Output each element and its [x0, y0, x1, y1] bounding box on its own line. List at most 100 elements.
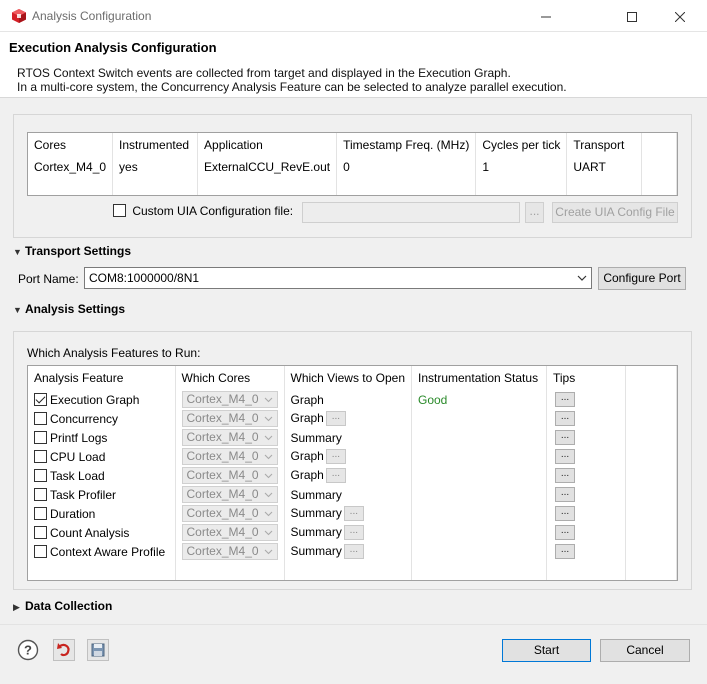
tips-button[interactable]: ... [555, 449, 575, 465]
save-button[interactable] [87, 639, 109, 661]
table-row[interactable]: Concurrency Cortex_M4_0 Graph...... [28, 409, 677, 428]
feature-cell[interactable]: Duration [28, 504, 176, 523]
table-row[interactable]: Task Load Cortex_M4_0 Graph...... [28, 466, 677, 485]
core-select[interactable]: Cortex_M4_0 [181, 486, 278, 503]
table-cell: 1 [475, 157, 568, 176]
column-header[interactable]: Transport [566, 133, 643, 157]
column-header[interactable]: Timestamp Freq. (MHz) [336, 133, 477, 157]
feature-cell[interactable]: Execution Graph [28, 390, 176, 409]
view-label: Summary [290, 487, 342, 502]
table-cell-filler [625, 542, 677, 561]
feature-checkbox[interactable] [34, 411, 47, 425]
browse-uia-button[interactable]: ... [525, 202, 544, 223]
tips-button[interactable]: ... [555, 525, 575, 541]
port-name-label: Port Name: [18, 272, 79, 286]
feature-cell[interactable]: Context Aware Profile [28, 542, 176, 561]
status-cell [411, 542, 547, 561]
view-label: Summary [290, 505, 342, 520]
tips-cell: ... [546, 523, 626, 542]
custom-uia-checkbox[interactable] [113, 204, 126, 217]
tips-button[interactable]: ... [555, 392, 575, 408]
feature-checkbox[interactable] [34, 430, 47, 444]
feature-cell[interactable]: Concurrency [28, 409, 176, 428]
feature-cell[interactable]: Task Load [28, 466, 176, 485]
undo-icon [53, 639, 75, 661]
feature-checkbox[interactable] [34, 468, 47, 482]
core-select[interactable]: Cortex_M4_0 [181, 505, 278, 522]
view-options-button[interactable]: ... [325, 449, 346, 465]
custom-uia-checkbox-row[interactable]: Custom UIA Configuration file: [113, 204, 293, 218]
view-options-button[interactable]: ... [325, 411, 346, 427]
column-header[interactable]: Instrumented [112, 133, 199, 157]
column-header[interactable]: Cores [28, 133, 114, 157]
column-header[interactable]: Application [197, 133, 338, 157]
custom-uia-label: Custom UIA Configuration file: [132, 204, 294, 218]
tips-cell: ... [546, 390, 626, 409]
core-select[interactable]: Cortex_M4_0 [181, 524, 278, 541]
core-select-value: Cortex_M4_0 [186, 525, 259, 539]
column-header[interactable]: Tips [546, 366, 626, 390]
minimize-button[interactable] [523, 0, 569, 32]
tips-button[interactable]: ... [555, 411, 575, 427]
table-row[interactable]: Printf Logs Cortex_M4_0 Summary... [28, 428, 677, 447]
port-name-combo[interactable]: COM8:1000000/8N1 [84, 267, 592, 289]
close-button[interactable] [657, 0, 703, 32]
core-select[interactable]: Cortex_M4_0 [181, 429, 278, 446]
feature-cell[interactable]: Printf Logs [28, 428, 176, 447]
column-header[interactable]: Analysis Feature [28, 366, 176, 390]
help-button[interactable]: ? [17, 639, 39, 661]
tips-button[interactable]: ... [555, 487, 575, 503]
feature-checkbox[interactable] [34, 525, 47, 539]
analysis-settings-header[interactable]: ▼ Analysis Settings [13, 302, 125, 316]
table-row[interactable]: Duration Cortex_M4_0 Summary...... [28, 504, 677, 523]
view-options-button[interactable]: ... [343, 544, 364, 560]
feature-checkbox[interactable] [34, 449, 47, 463]
table-row[interactable]: CPU Load Cortex_M4_0 Graph...... [28, 447, 677, 466]
core-select[interactable]: Cortex_M4_0 [181, 410, 278, 427]
table-row[interactable]: Task Profiler Cortex_M4_0 Summary... [28, 485, 677, 504]
column-header[interactable]: Which Views to Open [284, 366, 412, 390]
configure-port-button[interactable]: Configure Port [598, 267, 686, 290]
create-uia-config-button[interactable]: Create UIA Config File [552, 202, 678, 223]
view-options-button[interactable]: ... [325, 468, 346, 484]
feature-checkbox[interactable] [34, 487, 47, 501]
feature-cell[interactable]: Task Profiler [28, 485, 176, 504]
core-select[interactable]: Cortex_M4_0 [181, 448, 278, 465]
restore-defaults-button[interactable] [53, 639, 75, 661]
feature-cell[interactable]: Count Analysis [28, 523, 176, 542]
tips-button[interactable]: ... [555, 544, 575, 560]
core-cell: Cortex_M4_0 [175, 542, 285, 561]
view-label: Summary [290, 524, 342, 539]
view-options-button[interactable]: ... [343, 506, 364, 522]
core-select[interactable]: Cortex_M4_0 [181, 467, 278, 484]
column-header[interactable]: Cycles per tick [475, 133, 568, 157]
feature-cell[interactable]: CPU Load [28, 447, 176, 466]
table-row[interactable]: Count Analysis Cortex_M4_0 Summary...... [28, 523, 677, 542]
status-cell [411, 523, 547, 542]
tips-cell: ... [546, 466, 626, 485]
status-cell [411, 466, 547, 485]
start-button[interactable]: Start [502, 639, 591, 662]
core-select[interactable]: Cortex_M4_0 [181, 543, 278, 560]
tips-button[interactable]: ... [555, 506, 575, 522]
table-row[interactable]: Context Aware Profile Cortex_M4_0 Summary.… [28, 542, 677, 561]
table-row[interactable]: Execution Graph Cortex_M4_0 Graph Good... [28, 390, 677, 409]
transport-settings-header[interactable]: ▼ Transport Settings [13, 244, 131, 258]
tips-button[interactable]: ... [555, 430, 575, 446]
feature-checkbox[interactable] [34, 392, 47, 406]
core-select-value: Cortex_M4_0 [186, 487, 259, 501]
custom-uia-file-field[interactable] [302, 202, 520, 223]
tips-cell: ... [546, 504, 626, 523]
data-collection-header[interactable]: ▶ Data Collection [13, 599, 112, 613]
tips-button[interactable]: ... [555, 468, 575, 484]
maximize-button[interactable] [609, 0, 655, 32]
feature-checkbox[interactable] [34, 544, 47, 558]
chevron-down-icon [264, 487, 273, 507]
view-options-button[interactable]: ... [343, 525, 364, 541]
feature-checkbox[interactable] [34, 506, 47, 520]
core-select[interactable]: Cortex_M4_0 [181, 391, 278, 408]
cancel-button[interactable]: Cancel [600, 639, 690, 662]
column-header[interactable]: Which Cores [175, 366, 285, 390]
table-row[interactable]: Cortex_M4_0 yes ExternalCCU_RevE.out 0 1… [28, 157, 677, 176]
column-header[interactable]: Instrumentation Status [411, 366, 547, 390]
